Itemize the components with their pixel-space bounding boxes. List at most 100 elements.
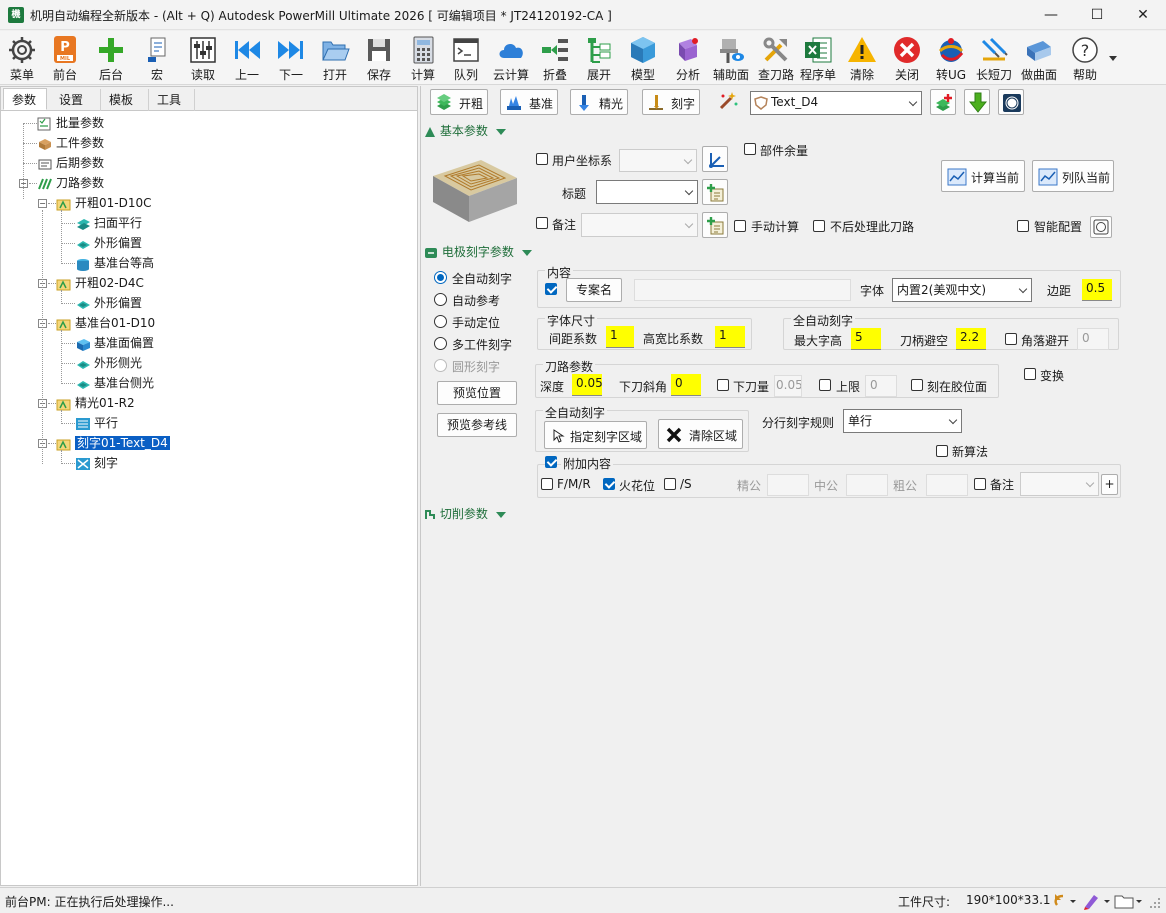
clear-area-button[interactable]: 清除区域 — [658, 419, 743, 449]
holder-clearance-field[interactable]: 2.2 — [956, 328, 986, 350]
corner-avoid-checkbox[interactable] — [1005, 333, 1017, 345]
tree-item[interactable]: 后期参数 — [37, 154, 104, 172]
glue-surface-checkbox[interactable] — [911, 379, 923, 391]
section-electrode[interactable]: 电极刻字参数 — [424, 243, 532, 260]
tree-item[interactable]: 批量参数 — [37, 114, 104, 132]
tree-item[interactable]: 刻字 — [75, 454, 118, 472]
depth-field[interactable]: 0.05 — [572, 374, 602, 396]
frame-button[interactable] — [998, 89, 1024, 115]
title-combo[interactable] — [596, 180, 698, 204]
toolbar-ug-button[interactable]: 转UG — [930, 33, 972, 83]
toolbar-long-short-tool-button[interactable]: 长短刀 — [972, 33, 1016, 83]
download-button[interactable] — [964, 89, 990, 115]
tree-item[interactable]: 外形侧光 — [75, 354, 142, 372]
toolbar-next-button[interactable]: 下一 — [269, 33, 313, 83]
part-allowance-checkbox[interactable] — [744, 143, 756, 155]
tab-templates[interactable]: 模板 — [101, 89, 149, 111]
tree-item[interactable]: 开粗01-D10C — [56, 194, 152, 212]
toolbar-pm-mil-button[interactable]: P MIL 前台 — [43, 33, 87, 83]
mode-radio[interactable] — [434, 359, 447, 372]
toolbar-warning-button[interactable]: 清除 — [840, 33, 884, 83]
new-algorithm-checkbox[interactable] — [936, 445, 948, 457]
queue-current-button[interactable]: 列队当前 — [1032, 160, 1114, 192]
toolbar-excel-button[interactable]: 程序单 — [796, 33, 840, 83]
toolbar-close-circle-button[interactable]: 关闭 — [884, 33, 930, 83]
upper-limit-checkbox[interactable] — [819, 379, 831, 391]
spark-checkbox[interactable] — [603, 478, 615, 490]
mid-field[interactable] — [846, 474, 888, 496]
extra-add-button[interactable]: + — [1101, 474, 1118, 495]
toolbar-save-button[interactable]: 保存 — [357, 33, 401, 83]
tree-item[interactable]: 扫面平行 — [75, 214, 142, 232]
add-template-button[interactable] — [930, 89, 956, 115]
toolbar-gear-button[interactable]: 菜单 — [1, 33, 43, 83]
toolbar-expand-button[interactable]: 展开 — [577, 33, 621, 83]
manual-calc-checkbox[interactable] — [734, 220, 746, 232]
tree-item[interactable]: 工件参数 — [37, 134, 104, 152]
tree-item[interactable]: 刻字01-Text_D4 — [56, 434, 170, 452]
stepdown-field[interactable]: 0.05 — [774, 375, 802, 397]
tree-item[interactable]: 开粗02-D4C — [56, 274, 144, 292]
rough-field[interactable] — [926, 474, 968, 496]
margin-field[interactable]: 0.5 — [1082, 279, 1112, 301]
max-height-field[interactable]: 5 — [851, 328, 881, 350]
no-post-checkbox[interactable] — [813, 220, 825, 232]
ratio-field[interactable]: 1 — [715, 326, 745, 348]
rough-button[interactable]: 开粗 — [430, 89, 488, 115]
maximize-button[interactable]: ☐ — [1074, 0, 1120, 30]
style-icon[interactable] — [1082, 892, 1112, 910]
content-checkbox[interactable] — [545, 283, 557, 295]
preview-position-button[interactable]: 预览位置 — [437, 381, 517, 405]
remark-combo[interactable] — [581, 213, 698, 237]
toolbar-collapse-button[interactable]: 折叠 — [533, 33, 577, 83]
spacing-field[interactable]: 1 — [606, 326, 634, 348]
extra-remark-checkbox[interactable] — [974, 478, 986, 490]
user-cs-checkbox[interactable] — [536, 153, 548, 165]
toolbar-calculator-button[interactable]: 计算 — [402, 33, 444, 83]
tree-item[interactable]: 外形偏置 — [75, 294, 142, 312]
ramp-angle-field[interactable]: 0 — [671, 374, 701, 396]
tree-item[interactable]: 基准台等高 — [75, 254, 154, 272]
template-combo[interactable]: Text_D4 — [750, 91, 922, 115]
toolbar-analysis-button[interactable]: 分析 — [667, 33, 709, 83]
toolbar-surface-button[interactable]: 做曲面 — [1016, 33, 1062, 83]
calc-current-button[interactable]: 计算当前 — [941, 160, 1025, 192]
section-basic[interactable]: 基本参数 — [424, 122, 506, 139]
preview-reference-button[interactable]: 预览参考线 — [437, 413, 517, 437]
toolbar-help-button[interactable]: ? 帮助 — [1062, 33, 1108, 83]
fine-field[interactable] — [767, 474, 809, 496]
tree-item[interactable]: 刀路参数 — [37, 174, 104, 192]
tree-expander[interactable]: − — [38, 199, 47, 208]
toolbar-more-icon[interactable] — [1109, 56, 1117, 61]
extra-remark-combo[interactable] — [1020, 472, 1099, 496]
toolbar-folder-open-button[interactable]: 打开 — [313, 33, 357, 83]
finish-button[interactable]: 精光 — [570, 89, 628, 115]
corner-avoid-field[interactable]: 0 — [1077, 328, 1109, 350]
remark-add-button[interactable] — [702, 212, 728, 238]
stepdown-checkbox[interactable] — [717, 379, 729, 391]
toolbar-cloud-button[interactable]: 云计算 — [489, 33, 533, 83]
tree-item[interactable]: 基准台侧光 — [75, 374, 154, 392]
mode-radio[interactable] — [434, 293, 447, 306]
mode-radio[interactable] — [434, 337, 447, 350]
toolbar-plus-button[interactable]: 后台 — [87, 33, 135, 83]
tab-tools[interactable]: 工具 — [149, 89, 195, 111]
case-name-button[interactable]: 专案名 — [566, 278, 622, 302]
mode-radio[interactable] — [434, 271, 447, 284]
section-cutting[interactable]: 切削参数 — [424, 505, 506, 522]
user-cs-combo[interactable] — [619, 149, 697, 172]
tree-item[interactable]: 平行 — [75, 414, 118, 432]
font-combo[interactable]: 内置2(美观中文) — [892, 278, 1032, 302]
mode-radio[interactable] — [434, 315, 447, 328]
fmr-checkbox[interactable] — [541, 478, 553, 490]
tree-item[interactable]: 外形偏置 — [75, 234, 142, 252]
toolbar-terminal-button[interactable]: 队列 — [444, 33, 488, 83]
toolbar-prev-button[interactable]: 上一 — [225, 33, 269, 83]
s-checkbox[interactable] — [664, 478, 676, 490]
tab-settings[interactable]: 设置 — [51, 89, 101, 111]
minimize-button[interactable]: — — [1028, 0, 1074, 30]
user-cs-button[interactable] — [702, 146, 728, 172]
resize-grip-icon[interactable] — [1148, 894, 1162, 910]
title-add-button[interactable] — [702, 179, 728, 205]
assign-area-button[interactable]: 指定刻字区域 — [544, 421, 647, 449]
